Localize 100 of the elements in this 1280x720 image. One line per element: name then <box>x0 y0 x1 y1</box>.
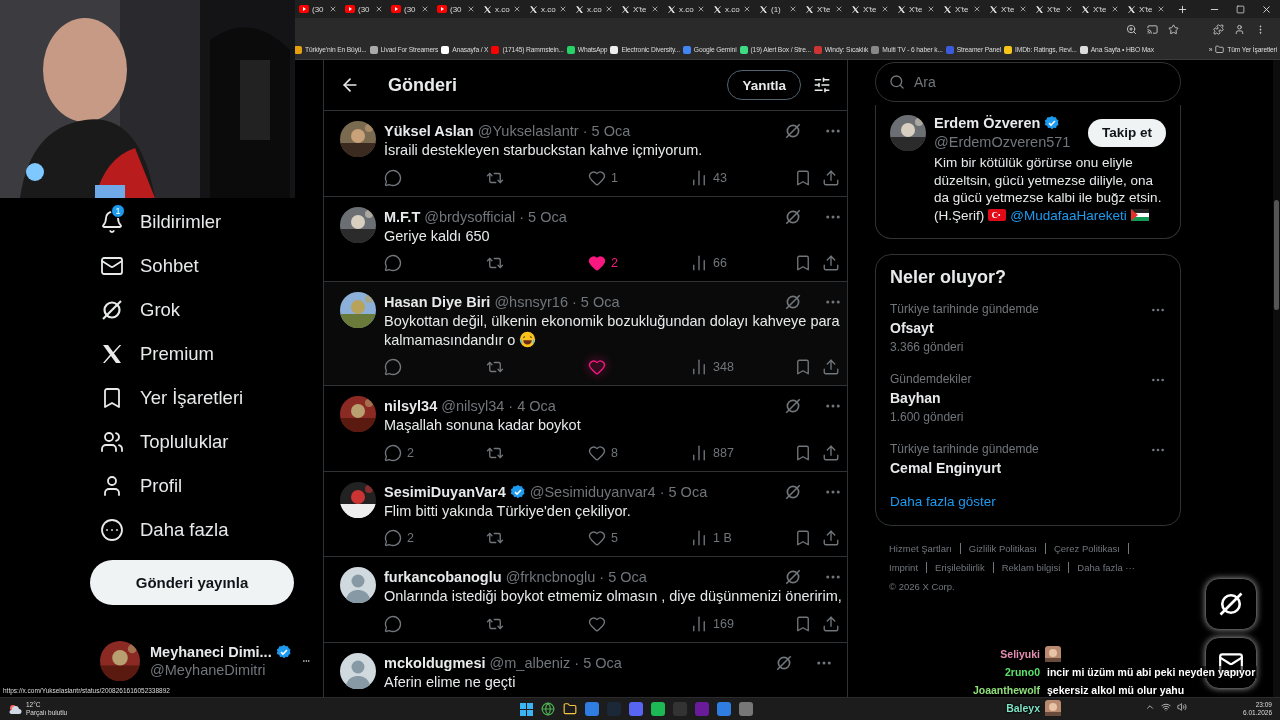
reply-icon[interactable] <box>384 614 402 633</box>
close-icon[interactable] <box>1019 5 1027 13</box>
post-date[interactable]: 5 Oca <box>583 654 622 671</box>
bookmark-icon[interactable] <box>794 614 812 633</box>
close-icon[interactable] <box>1157 5 1165 13</box>
bookmark-icon[interactable] <box>794 529 812 547</box>
bookmark-icon[interactable] <box>794 443 812 462</box>
like-icon[interactable] <box>588 614 606 633</box>
post-button[interactable]: Gönderi yayınla <box>90 560 294 605</box>
browser-tab[interactable]: x.co <box>709 0 755 18</box>
footer-link[interactable]: Reklam bilgisi <box>1001 562 1070 573</box>
browser-tab[interactable]: x.co <box>479 0 525 18</box>
post-date[interactable]: 5 Oca <box>580 294 620 310</box>
like-icon[interactable] <box>588 358 606 376</box>
close-icon[interactable] <box>559 5 567 13</box>
like-icon[interactable] <box>588 529 606 547</box>
author-name[interactable]: furkancobanoglu <box>384 569 502 585</box>
share-icon[interactable] <box>822 358 840 376</box>
trend-topic[interactable]: Bayhan <box>890 390 972 406</box>
nav-item[interactable]: Sohbet <box>90 244 323 288</box>
footer-link[interactable]: Hizmet Şartları <box>889 543 961 554</box>
close-icon[interactable] <box>927 5 935 13</box>
browser-tab[interactable]: x.co <box>525 0 571 18</box>
post-date[interactable]: 5 Oca <box>608 569 647 585</box>
author-handle[interactable]: @hsnsyr16 <box>494 294 568 310</box>
new-tab-icon[interactable] <box>1177 3 1188 15</box>
nav-item[interactable]: Grok <box>90 288 323 332</box>
close-icon[interactable] <box>1111 5 1119 13</box>
browser-tab[interactable]: X'te <box>1031 0 1077 18</box>
nav-item[interactable]: 1 Bildirimler <box>90 200 323 244</box>
author-handle[interactable]: @m_albeniz <box>489 654 571 671</box>
author-handle[interactable]: @frkncbnoglu <box>505 569 596 585</box>
post-date[interactable]: 5 Oca <box>668 483 708 500</box>
profile-icon[interactable] <box>1234 23 1245 35</box>
post-date[interactable]: 4 Oca <box>517 398 556 414</box>
close-icon[interactable] <box>697 5 705 13</box>
close-icon[interactable] <box>835 5 843 13</box>
author-handle[interactable]: @Yukselaslantr <box>477 123 579 139</box>
trend-topic[interactable]: Cemal Enginyurt <box>890 460 1039 476</box>
like-icon[interactable] <box>588 254 606 272</box>
profile-handle[interactable]: @ErdemOzveren571 <box>934 134 1071 150</box>
extensions-icon[interactable] <box>1213 23 1224 35</box>
like-icon[interactable] <box>588 443 606 462</box>
tray-expand-icon[interactable] <box>1145 702 1155 712</box>
author-name[interactable]: mckoldugmesi <box>384 654 486 671</box>
browser-tab[interactable]: x.co <box>571 0 617 18</box>
author-handle[interactable]: @Sesimiduyanvar4 <box>529 483 656 500</box>
browser-tab[interactable]: (30 <box>387 0 433 18</box>
browser-tab[interactable]: X'te <box>985 0 1031 18</box>
footer-link[interactable]: Imprint <box>889 562 928 573</box>
views-icon[interactable] <box>690 254 708 272</box>
folder-icon[interactable] <box>563 702 577 716</box>
nav-item[interactable]: Daha fazla <box>90 508 323 552</box>
bookmark-icon[interactable] <box>794 254 812 272</box>
browser-tab[interactable]: (1) <box>755 0 801 18</box>
close-icon[interactable] <box>329 5 337 13</box>
close-icon[interactable] <box>743 5 751 13</box>
author-handle[interactable]: @brdysofficial <box>424 208 516 225</box>
share-icon[interactable] <box>822 168 840 187</box>
start-icon[interactable] <box>520 702 533 716</box>
close-icon[interactable] <box>1065 5 1073 13</box>
zoom-icon[interactable] <box>1126 23 1137 35</box>
post-date[interactable]: 5 Oca <box>528 208 567 225</box>
footer-link[interactable]: Gizlilik Politikası <box>968 543 1046 554</box>
close-icon[interactable] <box>421 5 429 13</box>
nav-item[interactable]: Yer İşaretleri <box>90 376 323 420</box>
close-icon[interactable] <box>789 5 797 13</box>
browser-tab[interactable]: X'te <box>893 0 939 18</box>
volume-icon[interactable] <box>1177 702 1187 712</box>
share-icon[interactable] <box>822 254 840 272</box>
browser-tab[interactable]: X'te <box>847 0 893 18</box>
footer-link[interactable]: Erişilebilirlik <box>935 562 994 573</box>
views-icon[interactable] <box>690 168 708 187</box>
trend-topic[interactable]: Ofsayt <box>890 320 1039 336</box>
views-icon[interactable] <box>690 614 708 633</box>
author-name[interactable]: M.F.T <box>384 208 421 225</box>
browser-tab[interactable]: (30 <box>295 0 341 18</box>
browser-tab[interactable]: X'te <box>939 0 985 18</box>
footer-link[interactable]: Daha fazla ··· <box>1077 562 1143 573</box>
cast-icon[interactable] <box>1147 23 1158 35</box>
close-icon[interactable] <box>513 5 521 13</box>
share-icon[interactable] <box>822 443 840 462</box>
profile-name[interactable]: Erdem Özveren <box>934 115 1041 131</box>
close-icon[interactable] <box>605 5 613 13</box>
browser-tab[interactable]: x.co <box>663 0 709 18</box>
close-icon[interactable] <box>1261 3 1272 15</box>
star-icon[interactable] <box>1168 23 1179 35</box>
show-more-link[interactable]: Daha fazla göster <box>890 494 1166 509</box>
browser-tab[interactable]: (30 <box>433 0 479 18</box>
close-icon[interactable] <box>973 5 981 13</box>
maximize-icon[interactable] <box>1236 4 1245 14</box>
browser-icon[interactable] <box>541 702 555 716</box>
close-icon[interactable] <box>881 5 889 13</box>
bookmark-icon[interactable] <box>794 168 812 187</box>
author-name[interactable]: Hasan Diye Biri <box>384 294 491 310</box>
post-date[interactable]: 5 Oca <box>591 123 631 139</box>
share-icon[interactable] <box>822 614 840 633</box>
nav-item[interactable]: Profil <box>90 464 323 508</box>
browser-tab[interactable]: X'te <box>1077 0 1123 18</box>
close-icon[interactable] <box>375 5 383 13</box>
